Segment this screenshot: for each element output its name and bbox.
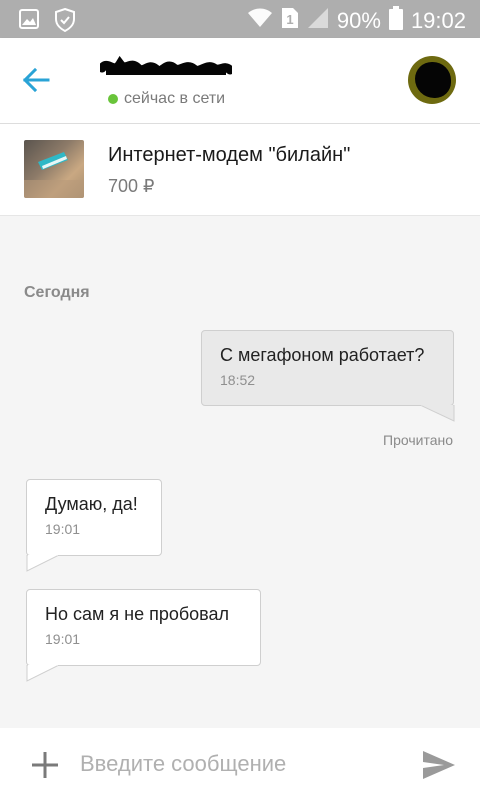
online-dot-icon (108, 94, 118, 104)
arrow-left-icon (22, 67, 50, 93)
message-bubble-incoming[interactable]: Думаю, да! 19:01 (26, 479, 162, 556)
sim-badge: 1 (286, 12, 293, 27)
gallery-icon (18, 8, 40, 37)
message-input[interactable] (80, 746, 400, 782)
message-time: 19:01 (45, 631, 81, 647)
chat-header: сейчас в сети (0, 38, 480, 124)
battery-percent: 90% (336, 8, 381, 33)
avatar[interactable] (408, 56, 456, 104)
plus-icon (32, 752, 58, 778)
contact-name[interactable] (97, 55, 235, 82)
clock: 19:02 (410, 8, 466, 33)
send-button[interactable] (422, 750, 456, 780)
read-receipt: Прочитано (383, 432, 453, 448)
signal-icon (307, 7, 329, 35)
wifi-icon (247, 7, 273, 35)
shield-check-icon (54, 7, 76, 37)
send-icon (423, 751, 455, 779)
message-text: Думаю, да! (45, 494, 138, 514)
message-bubble-outgoing[interactable]: С мегафоном работает? 18:52 (201, 330, 454, 406)
status-bar-right: 1 90% 19:02 (247, 6, 466, 36)
presence-text: сейчас в сети (124, 90, 226, 107)
message-time: 19:01 (45, 521, 81, 537)
presence-status: сейчас в сети (108, 90, 225, 108)
status-bar-left (18, 7, 76, 37)
listing-card[interactable]: Интернет-модем "билайн" 700 ₽ (0, 124, 480, 216)
message-text: Но сам я не пробовал (45, 604, 230, 624)
date-divider: Сегодня (24, 284, 90, 301)
message-bubble-incoming[interactable]: Но сам я не пробовал 19:01 (26, 589, 261, 666)
back-button[interactable] (18, 62, 54, 98)
message-composer (0, 728, 480, 800)
listing-title: Интернет-модем "билайн" (108, 144, 351, 166)
listing-thumbnail (24, 140, 84, 198)
sim-icon: 1 (281, 7, 299, 35)
status-bar: 1 90% 19:02 (0, 0, 480, 38)
redacted-name-scribble (97, 55, 235, 75)
message-text: С мегафоном работает? (220, 345, 425, 365)
battery-icon (388, 6, 403, 36)
bubble-tail-outgoing (420, 405, 455, 422)
message-time: 18:52 (220, 372, 256, 388)
attach-button[interactable] (30, 750, 60, 780)
listing-price: 700 ₽ (108, 176, 155, 196)
bubble-tail-incoming (26, 665, 60, 682)
bubble-tail-incoming (26, 555, 60, 572)
avatar-redaction (415, 62, 451, 98)
modem-photo (24, 152, 84, 198)
